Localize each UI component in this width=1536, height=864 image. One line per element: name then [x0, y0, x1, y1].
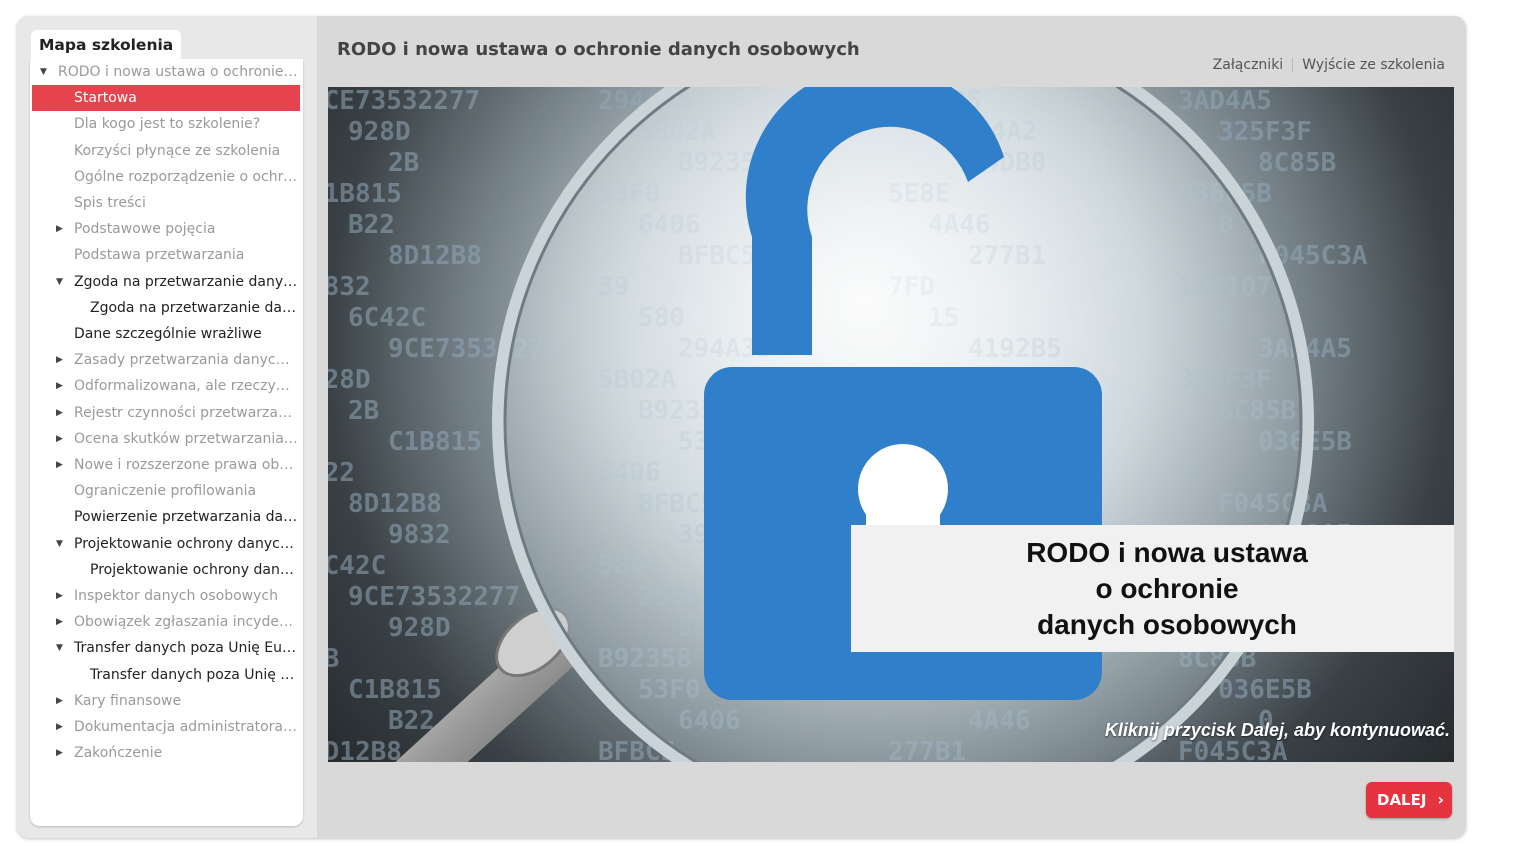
caret-right-icon[interactable]: ▶ [56, 740, 63, 766]
sidebar-item-label: Ocena skutków przetwarzania danych [74, 430, 298, 447]
link-divider [1292, 58, 1294, 72]
sidebar-item[interactable]: ▼ Transfer danych poza Unię Europejską [30, 635, 300, 661]
sidebar-item[interactable]: ▶ Odformalizowana, ale rzeczywista ochron… [30, 373, 300, 399]
sidebar-item[interactable]: ▼ Zgoda na przetwarzanie danych osobowych [30, 269, 300, 295]
slide-title-line-3: danych osobowych [1037, 609, 1297, 640]
sidebar-item[interactable]: Startowa [32, 85, 300, 112]
sidebar-item[interactable]: Dla kogo jest to szkolenie? [30, 111, 300, 137]
caret-right-icon[interactable]: ▶ [56, 583, 63, 609]
sidebar-item[interactable]: ▶ Ocena skutków przetwarzania danych [30, 426, 300, 452]
course-title: RODO i nowa ustawa o ochronie danych oso… [337, 39, 860, 60]
caret-down-icon[interactable]: ▼ [40, 59, 47, 85]
sidebar-item-label: Projektowanie ochrony danych osobowych [74, 535, 298, 552]
attachments-link[interactable]: Załączniki [1213, 57, 1284, 73]
sidebar-item[interactable]: Powierzenie przetwarzania danych osobowy… [30, 504, 300, 530]
sidebar-item[interactable]: Ogólne rozporządzenie o ochronie danych [30, 164, 300, 190]
sidebar-item[interactable]: Podstawa przetwarzania [30, 242, 300, 268]
sidebar-item-label: Spis treści [74, 195, 146, 211]
sidebar-item[interactable]: Spis treści [30, 190, 300, 216]
caret-down-icon[interactable]: ▼ [56, 531, 63, 557]
slide-image: 9CE73532277294A3B4192B53AD4A5928D5B02AC3… [328, 87, 1454, 762]
sidebar-item[interactable]: Ograniczenie profilowania [30, 478, 300, 504]
sidebar-item-label: Dane szczególnie wrażliwe [74, 326, 262, 342]
sidebar-item[interactable]: ▶ Nowe i rozszerzone prawa obywateli [30, 452, 300, 478]
sidebar-item-label: Zgoda na przetwarzanie danych osobowych [90, 299, 298, 316]
slide-title-box: RODO i nowa ustawa o ochronie danych oso… [851, 525, 1454, 652]
sidebar-item[interactable]: ▼ Projektowanie ochrony danych osobowych [30, 531, 300, 557]
sidebar-item[interactable]: ▶ Podstawowe pojęcia [30, 216, 300, 242]
sidebar-item[interactable]: Dane szczególnie wrażliwe [30, 321, 300, 347]
sidebar-item[interactable]: Projektowanie ochrony danych osobowych [30, 557, 300, 583]
next-button[interactable]: DALEJ › [1366, 782, 1452, 818]
sidebar-item[interactable]: ▶ Zakończenie [30, 740, 300, 766]
course-map-tab[interactable]: Mapa szkolenia [31, 30, 182, 60]
caret-right-icon[interactable]: ▶ [56, 714, 63, 740]
sidebar-item-label: Zakończenie [74, 745, 163, 762]
sidebar-item-label: Powierzenie przetwarzania danych osobowy… [74, 509, 298, 526]
sidebar-item-label: RODO i nowa ustawa o ochronie danych oso… [58, 64, 298, 80]
sidebar-item[interactable]: ▶ Inspektor danych osobowych [30, 583, 300, 609]
caret-right-icon[interactable]: ▶ [56, 609, 63, 635]
sidebar-item[interactable]: ▶ Dokumentacja administratora i podmiotu [30, 714, 300, 740]
caret-right-icon[interactable]: ▶ [56, 373, 63, 399]
sidebar-item-label: Obowiązek zgłaszania incydentów [74, 614, 298, 631]
header-links: Załączniki Wyjście ze szkolenia [1213, 57, 1445, 73]
sidebar-item[interactable]: Transfer danych poza Unię Europejską [30, 662, 300, 688]
sidebar-item-label: Startowa [74, 90, 137, 107]
sidebar-item[interactable]: ▶ Zasady przetwarzania danych osobowych [30, 347, 300, 373]
caret-right-icon[interactable]: ▶ [56, 452, 63, 478]
sidebar-item-label: Odformalizowana, ale rzeczywista ochrona [74, 378, 298, 395]
sidebar-item-label: Podstawowe pojęcia [74, 221, 216, 238]
sidebar-item-label: Transfer danych poza Unię Europejską [74, 640, 298, 657]
sidebar-item[interactable]: ▶ Kary finansowe [30, 688, 300, 714]
slide-title-line-1: RODO i nowa ustawa [1026, 537, 1308, 568]
sidebar-item-label: Inspektor danych osobowych [74, 588, 278, 604]
caret-down-icon[interactable]: ▼ [56, 635, 63, 661]
sidebar-item-label: Korzyści płynące ze szkolenia [74, 142, 281, 159]
caret-right-icon[interactable]: ▶ [56, 400, 63, 426]
chevron-right-icon: › [1437, 790, 1444, 809]
sidebar-item-label: Dla kogo jest to szkolenie? [74, 116, 261, 133]
sidebar-item-label: Zasady przetwarzania danych osobowych [74, 352, 298, 369]
sidebar-item-label: Projektowanie ochrony danych osobowych [90, 561, 298, 578]
sidebar-item-label: Dokumentacja administratora i podmiotu [74, 719, 298, 735]
sidebar-item-label: Transfer danych poza Unię Europejską [90, 666, 298, 683]
sidebar-item-label: Nowe i rozszerzone prawa obywateli [74, 457, 298, 473]
exit-course-link[interactable]: Wyjście ze szkolenia [1302, 57, 1445, 73]
continue-hint: Kliknij przycisk Dalej, aby kontynuować. [1104, 720, 1450, 740]
caret-down-icon[interactable]: ▼ [56, 269, 63, 295]
sidebar-item[interactable]: ▶ Rejestr czynności przetwarzania danych [30, 400, 300, 426]
caret-right-icon[interactable]: ▶ [56, 426, 63, 452]
sidebar-item-label: Kary finansowe [74, 692, 182, 709]
caret-right-icon[interactable]: ▶ [56, 688, 63, 714]
sidebar-item[interactable]: Zgoda na przetwarzanie danych osobowych [30, 295, 300, 321]
sidebar-item[interactable]: ▼ RODO i nowa ustawa o ochronie danych os… [30, 59, 300, 85]
sidebar-item[interactable]: Korzyści płynące ze szkolenia [30, 138, 300, 164]
caret-right-icon[interactable]: ▶ [56, 347, 63, 373]
sidebar-item-label: Rejestr czynności przetwarzania danych [74, 404, 298, 421]
sidebar-item-label: Zgoda na przetwarzanie danych osobowych [74, 273, 298, 290]
sidebar-item-label: Podstawa przetwarzania [74, 247, 245, 264]
sidebar-item-label: Ograniczenie profilowania [74, 483, 257, 500]
slide-title-line-2: o ochronie [1095, 573, 1239, 604]
caret-right-icon[interactable]: ▶ [56, 216, 63, 242]
sidebar-item[interactable]: ▶ Obowiązek zgłaszania incydentów [30, 609, 300, 635]
next-button-label: DALEJ [1377, 791, 1427, 809]
slide-illustration: 9CE73532277294A3B4192B53AD4A5928D5B02AC3… [328, 87, 1454, 762]
sidebar-item-label: Ogólne rozporządzenie o ochronie danych [74, 168, 298, 185]
